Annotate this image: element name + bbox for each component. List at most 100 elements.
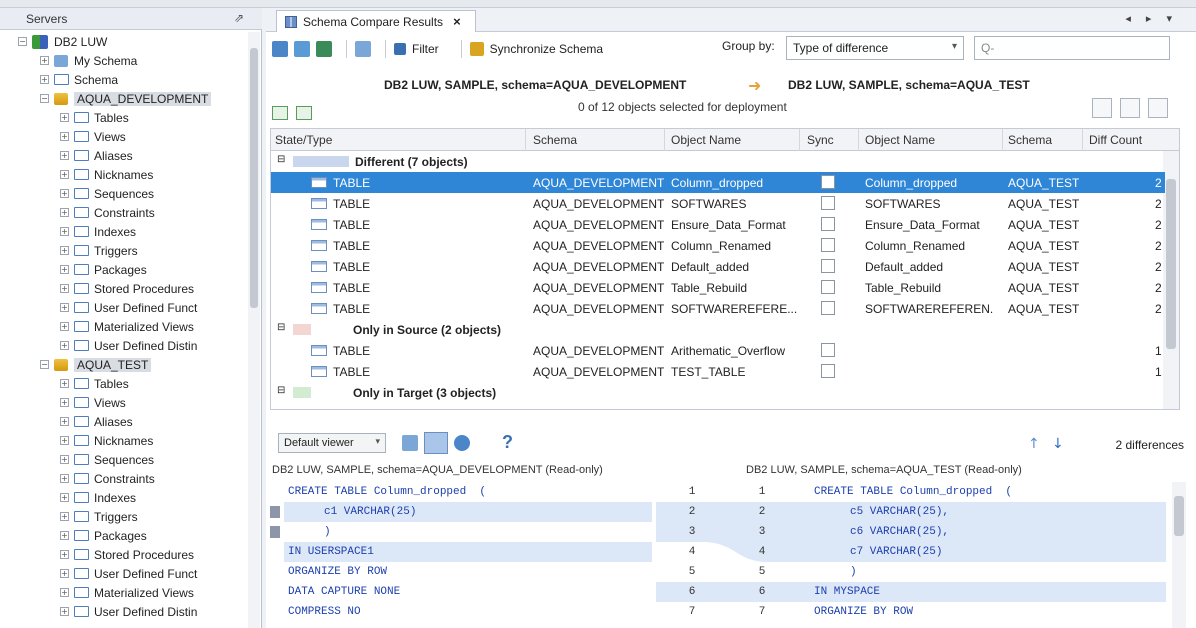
expand-icon[interactable]: +	[60, 607, 69, 616]
column-header[interactable]: Object Name	[865, 133, 935, 147]
sync-checkbox[interactable]	[821, 364, 835, 378]
tree-node[interactable]: + Indexes	[60, 222, 136, 241]
table-row[interactable]: TABLE AQUA_DEVELOPMENT SOFTWAREREFERE... SO…	[271, 298, 1165, 319]
export-icon[interactable]	[294, 41, 310, 57]
expand-icon[interactable]: +	[60, 303, 69, 312]
tree-scrollbar-thumb[interactable]	[250, 48, 258, 308]
sync-scroll-icon[interactable]	[402, 435, 418, 451]
expand-icon[interactable]: +	[60, 379, 69, 388]
expand-icon[interactable]: +	[60, 493, 69, 502]
expand-icon[interactable]: +	[60, 284, 69, 293]
table-row[interactable]: TABLE AQUA_DEVELOPMENT Arithematic_Overflo…	[271, 340, 1165, 361]
expand-icon[interactable]: +	[60, 322, 69, 331]
sync-checkbox[interactable]	[821, 280, 835, 294]
deploy-target-button[interactable]	[1120, 98, 1140, 118]
table-row[interactable]: TABLE AQUA_DEVELOPMENT Default_added Defaul…	[271, 256, 1165, 277]
group-row[interactable]: ⊟ Different (7 objects)	[271, 151, 1165, 172]
tree-node[interactable]: + User Defined Funct	[60, 564, 197, 583]
expand-icon[interactable]: +	[60, 151, 69, 160]
table-row[interactable]: TABLE AQUA_DEVELOPMENT Column_Renamed Colum…	[271, 235, 1165, 256]
expand-icon[interactable]: +	[60, 189, 69, 198]
sync-checkbox[interactable]	[821, 217, 835, 231]
expand-icon[interactable]: +	[60, 246, 69, 255]
search-input[interactable]: Q-	[974, 36, 1170, 60]
tree-node[interactable]: + Aliases	[60, 146, 133, 165]
expand-icon[interactable]: +	[60, 417, 69, 426]
group-by-select[interactable]: Type of difference ▾	[786, 36, 964, 60]
expand-icon[interactable]: +	[60, 132, 69, 141]
tree-node[interactable]: + Aliases	[60, 412, 133, 431]
tree-node[interactable]: + Tables	[60, 108, 129, 127]
synchronize-schema-button[interactable]: Synchronize Schema	[469, 42, 603, 56]
refresh-icon[interactable]	[272, 41, 288, 57]
collapse-icon[interactable]: ⊟	[277, 385, 285, 396]
next-diff-icon[interactable]: ↓	[1052, 436, 1064, 452]
sync-checkbox[interactable]	[821, 259, 835, 273]
expand-icon[interactable]: +	[60, 398, 69, 407]
column-header[interactable]: Schema	[533, 133, 577, 147]
expand-icon[interactable]: +	[60, 550, 69, 559]
table-row[interactable]: TABLE AQUA_DEVELOPMENT Column_dropped Colum…	[271, 172, 1165, 193]
table-row[interactable]: TABLE AQUA_DEVELOPMENT Table_Rebuild Table_…	[271, 277, 1165, 298]
grid-scrollbar-thumb[interactable]	[1166, 179, 1176, 349]
tree-node[interactable]: + Schema	[40, 70, 118, 89]
tree-node[interactable]: + Packages	[60, 260, 147, 279]
column-header[interactable]: State/Type	[275, 133, 332, 147]
tree-node[interactable]: + Triggers	[60, 241, 138, 260]
tree-node[interactable]: − AQUA_TEST	[40, 355, 152, 374]
help-icon[interactable]: ?	[502, 432, 513, 453]
collapse-icon[interactable]: ⊟	[277, 154, 285, 165]
expand-icon[interactable]: +	[60, 588, 69, 597]
collapse-icon[interactable]: −	[40, 360, 49, 369]
tree-node[interactable]: + User Defined Distin	[60, 336, 197, 355]
sync-checkbox[interactable]	[821, 238, 835, 252]
group-row[interactable]: ⊟ Only in Source (2 objects)	[271, 319, 1165, 340]
expand-icon[interactable]: +	[60, 512, 69, 521]
table-row[interactable]: TABLE AQUA_DEVELOPMENT Ensure_Data_Format E…	[271, 214, 1165, 235]
tree-node[interactable]: + Tables	[60, 374, 129, 393]
column-header[interactable]: Diff Count	[1089, 133, 1142, 147]
tree-node[interactable]: + Sequences	[60, 450, 154, 469]
tree-node[interactable]: + Nicknames	[60, 431, 153, 450]
select-all-icon[interactable]	[272, 106, 288, 120]
side-by-side-icon[interactable]	[424, 432, 448, 454]
group-row[interactable]: ⊟ Only in Target (3 objects)	[271, 382, 1165, 403]
tree-node[interactable]: + Materialized Views	[60, 317, 194, 336]
viewer-mode-select[interactable]: Default viewer ▾	[278, 433, 386, 453]
columns-icon[interactable]	[355, 41, 371, 57]
expand-icon[interactable]: +	[60, 531, 69, 540]
settings-button[interactable]	[1148, 98, 1168, 118]
settings-icon[interactable]	[454, 435, 470, 451]
collapse-icon[interactable]: ⊟	[277, 322, 285, 333]
tree-node[interactable]: + Indexes	[60, 488, 136, 507]
tree-node[interactable]: + Stored Procedures	[60, 545, 194, 564]
expand-icon[interactable]: +	[40, 75, 49, 84]
tree-node[interactable]: + Nicknames	[60, 165, 153, 184]
column-header[interactable]: Schema	[1008, 133, 1052, 147]
sync-checkbox[interactable]	[821, 175, 835, 189]
tree-node[interactable]: + User Defined Funct	[60, 298, 197, 317]
expand-icon[interactable]: +	[60, 569, 69, 578]
column-header[interactable]: Sync	[807, 133, 834, 147]
tree-node[interactable]: + Views	[60, 393, 126, 412]
sync-checkbox[interactable]	[821, 301, 835, 315]
deselect-all-icon[interactable]	[296, 106, 312, 120]
script-icon[interactable]	[316, 41, 332, 57]
tree-node[interactable]: + Constraints	[60, 469, 155, 488]
expand-icon[interactable]: +	[60, 265, 69, 274]
expand-icon[interactable]: +	[60, 474, 69, 483]
tree-node[interactable]: − DB2 LUW	[18, 32, 107, 51]
expand-icon[interactable]: +	[40, 56, 49, 65]
sync-checkbox[interactable]	[821, 196, 835, 210]
expand-icon[interactable]: +	[60, 170, 69, 179]
tree-node[interactable]: + Triggers	[60, 507, 138, 526]
expand-icon[interactable]: +	[60, 227, 69, 236]
column-header[interactable]: Object Name	[671, 133, 741, 147]
tree-node[interactable]: + My Schema	[40, 51, 137, 70]
viewer-scrollbar-thumb[interactable]	[1174, 496, 1184, 536]
tree-node[interactable]: + Packages	[60, 526, 147, 545]
tab-nav-arrows[interactable]: ◂ ▸ ▾	[1125, 12, 1178, 25]
tree-node[interactable]: + Materialized Views	[60, 583, 194, 602]
table-row[interactable]: TABLE AQUA_DEVELOPMENT SOFTWARES SOFTWARES A…	[271, 193, 1165, 214]
previous-diff-icon[interactable]: ↑	[1028, 436, 1040, 452]
